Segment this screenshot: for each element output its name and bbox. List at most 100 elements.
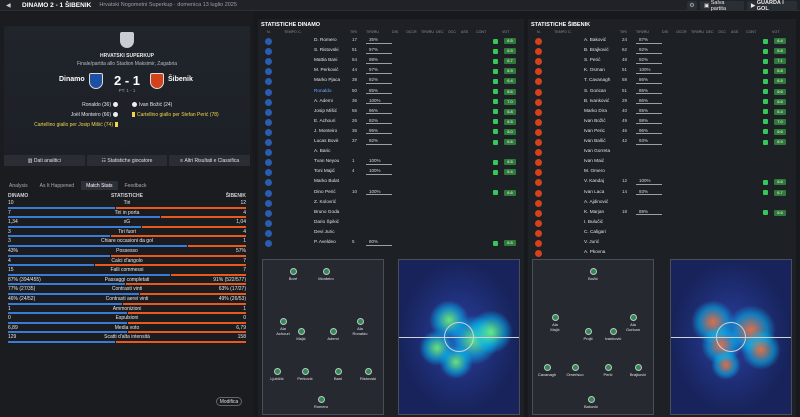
player-row[interactable]: B. Brajković 62 92% 6.8 — [532, 47, 790, 56]
player-row[interactable]: S. Perić 48 92% 7.1 — [532, 57, 790, 66]
player-name[interactable]: I. Bulučić — [584, 219, 603, 224]
column-header[interactable]: DIS — [392, 30, 398, 34]
player-name[interactable]: B. Brajković — [584, 47, 609, 52]
column-header[interactable]: ASS — [461, 30, 468, 34]
formation-player-dot[interactable] — [365, 368, 372, 375]
player-name[interactable]: Toni Majić — [314, 168, 335, 173]
player-row[interactable]: Toni Majić 4 100% 6.4 — [262, 168, 520, 177]
player-name[interactable]: Ivan Gorreta — [584, 148, 610, 153]
player-row[interactable]: Mattia Bani 54 98% 6.7 — [262, 57, 520, 66]
player-row[interactable]: Josip Mišić 56 96% 6.8 — [262, 108, 520, 117]
player-row[interactable]: J. Monteiro 36 95% 8.0 — [262, 128, 520, 137]
player-name[interactable]: V. Jurić — [584, 239, 599, 244]
player-row[interactable]: Ivan Božić 49 98% 7.0 — [532, 118, 790, 127]
player-name[interactable]: Tvan Neyou — [314, 158, 339, 163]
player-row[interactable]: Ivan Laca 14 93% 6.7 — [532, 189, 790, 198]
player-row[interactable]: Bruno Goda — [262, 209, 520, 218]
player-name[interactable]: Bruno Goda — [314, 209, 339, 214]
player-row[interactable]: A. Ademi 36 100% 7.0 — [262, 98, 520, 107]
player-name[interactable]: B. Ivanković — [584, 98, 609, 103]
column-header[interactable]: N. — [267, 30, 271, 34]
edit-button[interactable]: Modifica — [216, 397, 242, 406]
column-header[interactable]: OCCR — [676, 30, 687, 34]
formation-player-dot[interactable] — [544, 364, 551, 371]
column-header[interactable]: TIRI — [350, 30, 357, 34]
player-name[interactable]: M. Perković — [314, 67, 338, 72]
formation-player-dot[interactable] — [610, 328, 617, 335]
player-row[interactable]: M. Omero — [532, 168, 790, 177]
column-header[interactable]: CONT — [476, 30, 486, 34]
player-row[interactable]: K. Osman 51 100% 6.8 — [532, 67, 790, 76]
player-row[interactable]: S. Ristovski 51 97% 6.9 — [262, 47, 520, 56]
formation-player-dot[interactable] — [323, 268, 330, 275]
player-row[interactable]: I. Bulučić — [532, 219, 790, 228]
formation-player-dot[interactable] — [302, 368, 309, 375]
player-row[interactable]: Tvan Neyou 1 100% 6.5 — [262, 158, 520, 167]
formation-player-dot[interactable] — [318, 396, 325, 403]
formation-player-dot[interactable] — [357, 318, 364, 325]
player-name[interactable]: S. Perić — [584, 57, 600, 62]
column-header[interactable]: VOT — [502, 30, 509, 34]
player-row[interactable]: C. Caligari — [532, 229, 790, 238]
player-row[interactable]: K. Marjan 18 89% 6.6 — [532, 209, 790, 218]
column-header[interactable]: TEMPO — [284, 30, 297, 34]
formation-player-dot[interactable] — [585, 328, 592, 335]
column-header[interactable]: TIRI/RU — [366, 30, 379, 34]
player-name[interactable]: Lucas Bovè — [314, 138, 339, 143]
player-name[interactable]: Dario Špikić — [314, 219, 339, 224]
player-name[interactable]: Dino Perić — [314, 189, 336, 194]
player-row[interactable]: B. Ivanković 29 86% 6.6 — [532, 98, 790, 107]
player-row[interactable]: D. Romero 17 35% 6.5 — [262, 37, 520, 46]
player-name[interactable]: K. Osman — [584, 67, 605, 72]
player-name[interactable]: S. Gorican — [584, 88, 606, 93]
column-header[interactable]: DEC — [706, 30, 714, 34]
player-row[interactable]: Ivan Maić — [532, 158, 790, 167]
player-name[interactable]: Josip Mišić — [314, 108, 337, 113]
away-team-name[interactable]: Šibenik — [168, 76, 193, 83]
column-header[interactable]: DIS — [662, 30, 668, 34]
player-name[interactable]: Devi Juric — [314, 229, 335, 234]
formation-player-dot[interactable] — [588, 396, 595, 403]
player-row[interactable]: A. Ajdinović — [532, 199, 790, 208]
player-name[interactable]: Marko Pjaca — [314, 77, 340, 82]
tab-feedback[interactable]: Feedback — [120, 181, 152, 190]
results-button[interactable]: ≡ Altri Risultati e Classifica — [169, 155, 251, 166]
column-header[interactable]: ASS — [731, 30, 738, 34]
player-name[interactable]: A. Baković — [584, 37, 606, 42]
formation-player-dot[interactable] — [605, 364, 612, 371]
player-row[interactable]: Z. Kolovrić — [262, 199, 520, 208]
settings-icon[interactable]: ⚙ — [687, 1, 697, 10]
player-row[interactable]: V. Kandaj 12 100% 6.6 — [532, 178, 790, 187]
formation-player-dot[interactable] — [280, 318, 287, 325]
tab-match-stats[interactable]: Match Stats — [81, 181, 118, 190]
formation-player-dot[interactable] — [552, 314, 559, 321]
watch-goals-button[interactable]: ▶ GUARDA I GOL — [747, 0, 797, 12]
formation-player-dot[interactable] — [290, 268, 297, 275]
player-row[interactable]: V. Jurić — [532, 239, 790, 248]
player-row[interactable]: Ivan Bašić 42 93% 6.9 — [532, 138, 790, 147]
player-name[interactable]: P. Aveldeo — [314, 239, 336, 244]
player-row[interactable]: P. Aveldeo 5 80% 6.5 — [262, 239, 520, 248]
formation-player-dot[interactable] — [630, 314, 637, 321]
player-name[interactable]: Z. Kolovrić — [314, 199, 336, 204]
column-header[interactable]: VOT — [772, 30, 779, 34]
player-row[interactable]: M. Perković 44 97% 6.9 — [262, 67, 520, 76]
player-row[interactable]: A. Baković 24 87% 6.4 — [532, 37, 790, 46]
formation-player-dot[interactable] — [274, 368, 281, 375]
column-header[interactable]: C. — [298, 30, 302, 34]
player-row[interactable]: Ivan Gorreta — [532, 148, 790, 157]
column-header[interactable]: OCC — [448, 30, 456, 34]
player-name[interactable]: J. Monteiro — [314, 128, 337, 133]
player-row[interactable]: E. Achouri 26 92% 6.5 — [262, 118, 520, 127]
formation-player-dot[interactable] — [635, 364, 642, 371]
column-header[interactable]: CONT — [746, 30, 756, 34]
player-name[interactable]: Ronaldo — [314, 88, 331, 93]
formation-player-dot[interactable] — [298, 328, 305, 335]
player-name[interactable]: M. Omero — [584, 168, 605, 173]
column-header[interactable]: DEC — [436, 30, 444, 34]
back-arrow-icon[interactable]: ◀ — [6, 2, 11, 9]
player-row[interactable]: A. Pkovna — [532, 249, 790, 258]
player-name[interactable]: Ivan Božić — [584, 118, 606, 123]
formation-player-dot[interactable] — [572, 364, 579, 371]
player-row[interactable]: Dario Špikić — [262, 219, 520, 228]
